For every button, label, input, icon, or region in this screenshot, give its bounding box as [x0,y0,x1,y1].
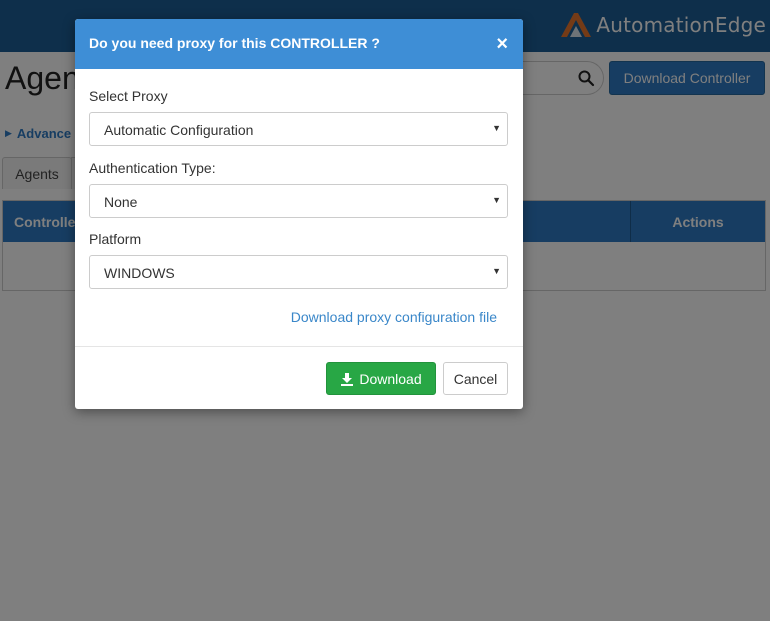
dialog-title: Do you need proxy for this CONTROLLER ? [89,35,380,51]
authentication-type-label: Authentication Type: [89,160,216,176]
caret-down-icon: ▼ [492,123,501,133]
platform-label: Platform [89,231,142,247]
close-icon[interactable]: × [496,34,508,54]
download-button[interactable]: Download [326,362,436,395]
download-proxy-config-link[interactable]: Download proxy configuration file [291,309,497,325]
authentication-type-value: None [104,194,138,210]
caret-down-icon: ▼ [492,266,501,276]
platform-value: WINDOWS [104,265,175,281]
select-proxy-value: Automatic Configuration [104,122,254,138]
proxy-dialog: Do you need proxy for this CONTROLLER ? … [75,19,523,409]
dialog-footer-divider [75,346,523,347]
cancel-button[interactable]: Cancel [443,362,508,395]
caret-down-icon: ▼ [492,195,501,205]
download-icon [341,372,354,386]
download-button-label: Download [359,370,422,387]
authentication-type-dropdown[interactable]: None ▼ [89,184,508,218]
dialog-header: Do you need proxy for this CONTROLLER ? … [75,19,523,69]
select-proxy-label: Select Proxy [89,88,168,104]
platform-dropdown[interactable]: WINDOWS ▼ [89,255,508,289]
select-proxy-dropdown[interactable]: Automatic Configuration ▼ [89,112,508,146]
